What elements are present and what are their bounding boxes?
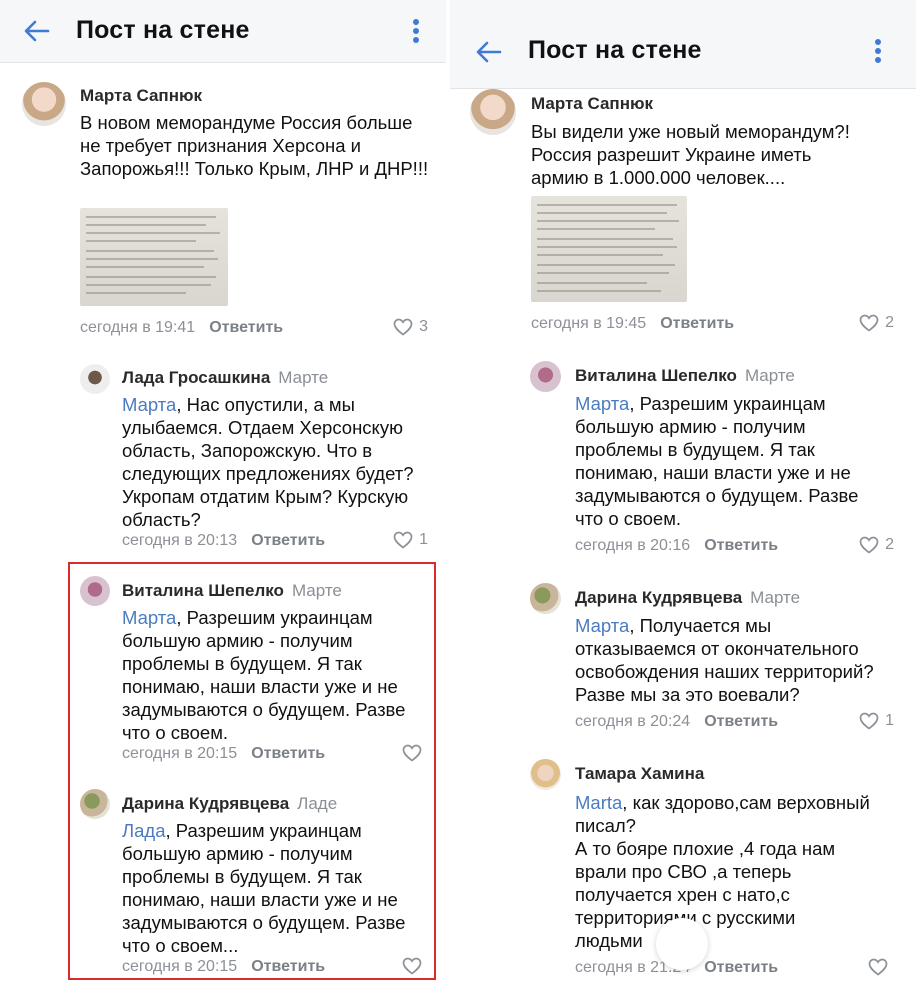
comment-author[interactable]: Тамара Хамина [575, 764, 704, 784]
heart-icon [868, 958, 888, 976]
post-author[interactable]: Марта Сапнюк [531, 94, 653, 114]
like-count: 3 [419, 318, 428, 335]
comment-text: Marta, как здорово,сам верховный писал? … [575, 791, 905, 952]
post-meta: сегодня в 19:45 Ответить [531, 315, 734, 333]
avatar[interactable] [530, 759, 561, 790]
post-time: сегодня в 19:45 [531, 315, 647, 332]
like-button[interactable] [868, 958, 894, 976]
comment-author[interactable]: Дарина Кудрявцева Ладе [122, 794, 337, 814]
reply-button[interactable]: Ответить [704, 713, 778, 730]
right-screenshot: Пост на стене Марта Сапнюк Вы видели уже… [450, 0, 916, 1000]
mention-link[interactable]: Marta [575, 792, 622, 813]
like-button[interactable]: 1 [393, 531, 428, 549]
post-image[interactable] [531, 196, 687, 302]
reply-button[interactable]: Ответить [209, 319, 283, 336]
comment-text: Марта, Разрешим украинцам большую армию … [575, 393, 859, 529]
like-button[interactable]: 2 [859, 314, 894, 332]
back-arrow-icon[interactable] [474, 37, 504, 67]
like-button[interactable] [402, 957, 428, 975]
heart-icon [393, 318, 413, 336]
avatar[interactable] [80, 789, 110, 819]
floating-circle-button[interactable] [656, 918, 708, 970]
comment-meta: сегодня в 20:13 Ответить [122, 532, 326, 549]
comment-meta: сегодня в 20:24 Ответить [575, 713, 779, 730]
comment-text: Марта, Нас опустили, а мы улыбаемся. Отд… [122, 394, 414, 530]
avatar[interactable] [470, 89, 516, 135]
like-count: 1 [885, 712, 894, 729]
comment-text: Марта, Получается мы отказываемся от око… [575, 615, 874, 705]
post-author[interactable]: Марта Сапнюк [80, 86, 202, 106]
comment-meta: сегодня в 20:16 Ответить [575, 537, 779, 554]
reply-button[interactable]: Ответить [251, 958, 325, 975]
post-text: В новом меморандуме Россия больше не тре… [80, 112, 429, 179]
heart-icon [402, 957, 422, 975]
comment-text: Лада, Разрешим украинцам большую армию -… [122, 820, 406, 956]
left-screenshot: Пост на стене Марта Сапнюк В новом мемор… [0, 0, 446, 1000]
avatar[interactable] [530, 361, 561, 392]
post-text: Вы видели уже новый меморандум?! Россия … [531, 121, 850, 188]
like-count: 2 [885, 536, 894, 553]
post-image[interactable] [80, 208, 228, 306]
avatar[interactable] [80, 576, 110, 606]
comment-author[interactable]: Дарина Кудрявцева Марте [575, 588, 800, 608]
post-meta: сегодня в 19:41 Ответить [80, 319, 283, 337]
like-button[interactable]: 1 [859, 712, 894, 730]
reply-button[interactable]: Ответить [704, 959, 778, 976]
comment-text: Марта, Разрешим украинцам большую армию … [122, 607, 406, 743]
like-button[interactable] [402, 744, 428, 762]
header-bar: Пост на стене [450, 0, 916, 89]
like-count: 1 [419, 531, 428, 548]
more-menu-icon[interactable] [874, 38, 882, 64]
mention-link[interactable]: Марта [575, 393, 629, 414]
heart-icon [859, 712, 879, 730]
avatar[interactable] [80, 364, 110, 394]
reply-button[interactable]: Ответить [660, 315, 734, 332]
comment-line: А то бояре плохие ,4 года нам врали про … [575, 838, 836, 951]
comment-meta: сегодня в 20:15 Ответить [122, 958, 326, 975]
comment-line: Marta, как здорово,сам верховный писал? [575, 792, 870, 836]
mention-link[interactable]: Марта [122, 394, 176, 415]
comment-author[interactable]: Виталина Шепелко Марте [575, 366, 795, 386]
reply-button[interactable]: Ответить [704, 537, 778, 554]
mention-link[interactable]: Марта [122, 607, 176, 628]
comment-author[interactable]: Лада Гросашкина Марте [122, 368, 328, 388]
heart-icon [393, 531, 413, 549]
heart-icon [402, 744, 422, 762]
heart-icon [859, 314, 879, 332]
mention-link[interactable]: Лада [122, 820, 166, 841]
reply-button[interactable]: Ответить [251, 532, 325, 549]
comment-meta: сегодня в 20:15 Ответить [122, 745, 326, 762]
like-button[interactable]: 2 [859, 536, 894, 554]
mention-link[interactable]: Марта [575, 615, 629, 636]
comment-author[interactable]: Виталина Шепелко Марте [122, 581, 342, 601]
reply-button[interactable]: Ответить [251, 745, 325, 762]
avatar[interactable] [22, 82, 66, 126]
wall-post: Марта Сапнюк В новом меморандуме Россия … [0, 0, 446, 350]
like-button[interactable]: 3 [393, 318, 428, 336]
avatar[interactable] [530, 583, 561, 614]
heart-icon [859, 536, 879, 554]
page-title: Пост на стене [528, 36, 702, 64]
post-time: сегодня в 19:41 [80, 319, 196, 336]
like-count: 2 [885, 314, 894, 331]
